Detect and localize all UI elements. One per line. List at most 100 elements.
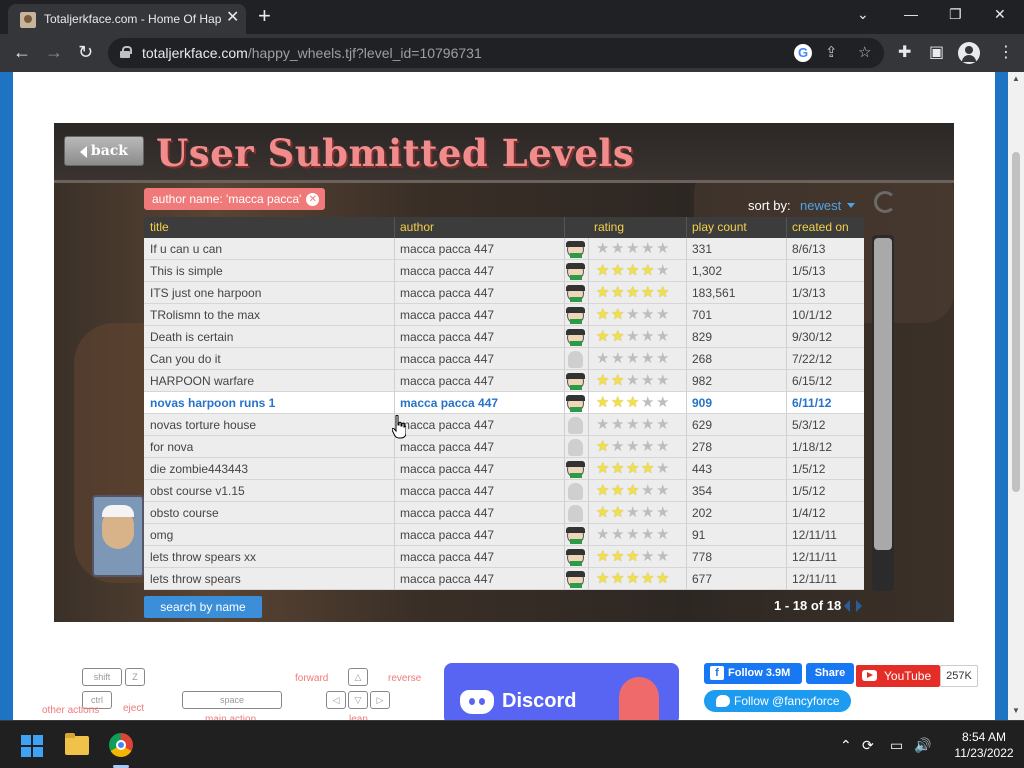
- tab-search-chevron-icon[interactable]: ⌄: [857, 4, 869, 24]
- table-scrollbar[interactable]: [872, 235, 894, 591]
- rating-stars: ★ ★ ★ ★ ★: [596, 417, 686, 432]
- play-count: 278: [692, 440, 713, 454]
- star-icon: ★: [656, 262, 670, 279]
- level-rating: ★ ★ ★ ★ ★: [588, 260, 686, 282]
- facebook-follow-label: Follow 3.9M: [728, 667, 791, 679]
- column-header-created-on[interactable]: created on: [786, 217, 864, 238]
- table-row[interactable]: TRolismn to the max macca pacca 447 ★ ★ ★ ★ ★ 7…: [144, 304, 864, 326]
- level-author: macca pacca 447: [400, 572, 495, 586]
- table-row[interactable]: omg macca pacca 447 ★ ★ ★ ★ ★ 91 12/11/11: [144, 524, 864, 546]
- sort-dropdown[interactable]: newest: [800, 198, 841, 213]
- up-arrow-key-icon: △: [348, 668, 368, 686]
- column-header-title[interactable]: title: [144, 217, 394, 238]
- url-text[interactable]: totaljerkface.com/happy_wheels.tjf?level…: [142, 45, 482, 61]
- display-icon[interactable]: ▭: [890, 736, 903, 754]
- table-row[interactable]: HARPOON warfare macca pacca 447 ★ ★ ★ ★ ★ 982 6/…: [144, 370, 864, 392]
- forward-arrow-icon[interactable]: →: [45, 41, 63, 63]
- file-explorer-icon[interactable]: [65, 733, 89, 755]
- facebook-share-button[interactable]: Share: [806, 663, 854, 684]
- side-panel-icon[interactable]: ▣: [929, 43, 944, 63]
- level-title: ITS just one harpoon: [150, 286, 262, 300]
- restore-icon[interactable]: ❐: [949, 4, 962, 24]
- level-title: obst course v1.15: [150, 484, 245, 498]
- column-header-play-count[interactable]: play count: [686, 217, 786, 238]
- table-row[interactable]: obsto course macca pacca 447 ★ ★ ★ ★ ★ 202 1/4/1…: [144, 502, 864, 524]
- scroll-down-icon[interactable]: ▼: [1012, 706, 1020, 715]
- table-scroll-thumb[interactable]: [874, 238, 892, 550]
- menu-kebab-icon[interactable]: ⋮: [998, 43, 1014, 63]
- extensions-puzzle-icon[interactable]: ✚: [898, 43, 911, 63]
- google-lens-icon[interactable]: G: [794, 44, 812, 62]
- column-header-author[interactable]: author: [394, 217, 564, 238]
- sync-icon[interactable]: ⟳: [862, 736, 874, 754]
- created-on: 1/5/13: [792, 264, 826, 278]
- minimize-icon[interactable]: —: [904, 4, 918, 24]
- table-row[interactable]: die zombie443443 macca pacca 447 ★ ★ ★ ★ ★ 443 1…: [144, 458, 864, 480]
- star-icon: ★: [611, 306, 625, 323]
- refresh-icon[interactable]: [874, 191, 896, 213]
- system-clock[interactable]: 8:54 AM 11/23/2022: [944, 729, 1024, 761]
- table-row[interactable]: Death is certain macca pacca 447 ★ ★ ★ ★ ★ 829 9…: [144, 326, 864, 348]
- star-icon: ★: [656, 350, 670, 367]
- search-by-name-button[interactable]: search by name: [144, 596, 262, 618]
- volume-icon[interactable]: 🔊: [914, 736, 931, 754]
- table-row[interactable]: Can you do it macca pacca 447 ★ ★ ★ ★ ★ 268 7/22…: [144, 348, 864, 370]
- table-row[interactable]: ITS just one harpoon macca pacca 447 ★ ★ ★ ★ ★…: [144, 282, 864, 304]
- created-on: 12/11/11: [792, 572, 837, 586]
- address-bar[interactable]: totaljerkface.com/happy_wheels.tjf?level…: [108, 38, 884, 68]
- table-row[interactable]: obst course v1.15 macca pacca 447 ★ ★ ★ ★ ★ 354…: [144, 480, 864, 502]
- remove-filter-icon[interactable]: ✕: [306, 193, 320, 206]
- level-rating: ★ ★ ★ ★ ★: [588, 502, 686, 524]
- star-icon: ★: [641, 438, 655, 455]
- game-canvas[interactable]: back User Submitted Levels author name: …: [54, 123, 954, 622]
- table-row[interactable]: novas torture house macca pacca 447 ★ ★ ★ ★ ★ 6…: [144, 414, 864, 436]
- author-avatar: [564, 502, 588, 524]
- level-rating: ★ ★ ★ ★ ★: [588, 370, 686, 392]
- page-scrollbar[interactable]: ▲ ▼: [1008, 72, 1024, 720]
- star-icon: ★: [641, 394, 655, 411]
- share-icon[interactable]: ⇪: [825, 44, 838, 62]
- back-button[interactable]: back: [64, 136, 144, 166]
- author-filter-tag[interactable]: author name: 'macca pacca' ✕: [144, 188, 326, 210]
- windows-start-icon[interactable]: [21, 735, 43, 757]
- sort-chevron-down-icon[interactable]: [847, 203, 855, 208]
- rating-stars: ★ ★ ★ ★ ★: [596, 329, 686, 344]
- lock-icon[interactable]: [120, 46, 132, 58]
- table-row[interactable]: If u can u can macca pacca 447 ★ ★ ★ ★ ★ 331 8/6…: [144, 238, 864, 260]
- level-rating: ★ ★ ★ ★ ★: [588, 282, 686, 304]
- reload-icon[interactable]: ↻: [78, 41, 93, 63]
- new-tab-icon[interactable]: +: [258, 3, 271, 29]
- table-row[interactable]: for nova macca pacca 447 ★ ★ ★ ★ ★ 278 1/18/12: [144, 436, 864, 458]
- close-tab-icon[interactable]: ✕: [226, 9, 239, 27]
- chevron-up-icon[interactable]: ⌃: [840, 736, 852, 754]
- bookmark-star-icon[interactable]: ☆: [858, 44, 871, 62]
- author-avatar: [564, 524, 588, 546]
- table-row[interactable]: novas harpoon runs 1 macca pacca 447 ★ ★ ★ ★ ★…: [144, 392, 864, 414]
- close-window-icon[interactable]: ✕: [994, 4, 1006, 24]
- table-row[interactable]: This is simple macca pacca 447 ★ ★ ★ ★ ★ 1,302 1…: [144, 260, 864, 282]
- level-author: macca pacca 447: [400, 550, 495, 564]
- previous-page-icon[interactable]: [844, 600, 850, 612]
- table-row[interactable]: lets throw spears xx macca pacca 447 ★ ★ ★ ★ ★…: [144, 546, 864, 568]
- page-scroll-thumb[interactable]: [1012, 152, 1020, 492]
- level-author: macca pacca 447: [400, 396, 499, 410]
- next-page-icon[interactable]: [856, 600, 862, 612]
- scroll-up-icon[interactable]: ▲: [1012, 74, 1020, 83]
- twitter-follow-button[interactable]: Follow @fancyforce: [704, 690, 851, 712]
- discord-banner[interactable]: Discord: [444, 663, 679, 725]
- z-key: Z: [125, 668, 145, 686]
- youtube-subscribe-button[interactable]: YouTube: [856, 665, 940, 687]
- tab-title: Totaljerkface.com - Home Of Happy Wheels: [44, 12, 222, 26]
- back-arrow-icon[interactable]: ←: [13, 41, 31, 63]
- default-user-icon: [568, 439, 583, 456]
- star-icon: ★: [626, 504, 640, 521]
- clock-time: 8:54 AM: [961, 730, 1007, 744]
- column-header-rating[interactable]: rating: [588, 217, 686, 238]
- level-rating: ★ ★ ★ ★ ★: [588, 546, 686, 568]
- level-rating: ★ ★ ★ ★ ★: [588, 436, 686, 458]
- profile-avatar-icon[interactable]: [958, 42, 980, 64]
- table-row[interactable]: lets throw spears macca pacca 447 ★ ★ ★ ★ ★ 677…: [144, 568, 864, 590]
- facebook-follow-button[interactable]: f Follow 3.9M: [704, 663, 802, 684]
- browser-tab[interactable]: Totaljerkface.com - Home Of Happy Wheels…: [8, 4, 246, 34]
- chrome-icon[interactable]: [109, 733, 133, 757]
